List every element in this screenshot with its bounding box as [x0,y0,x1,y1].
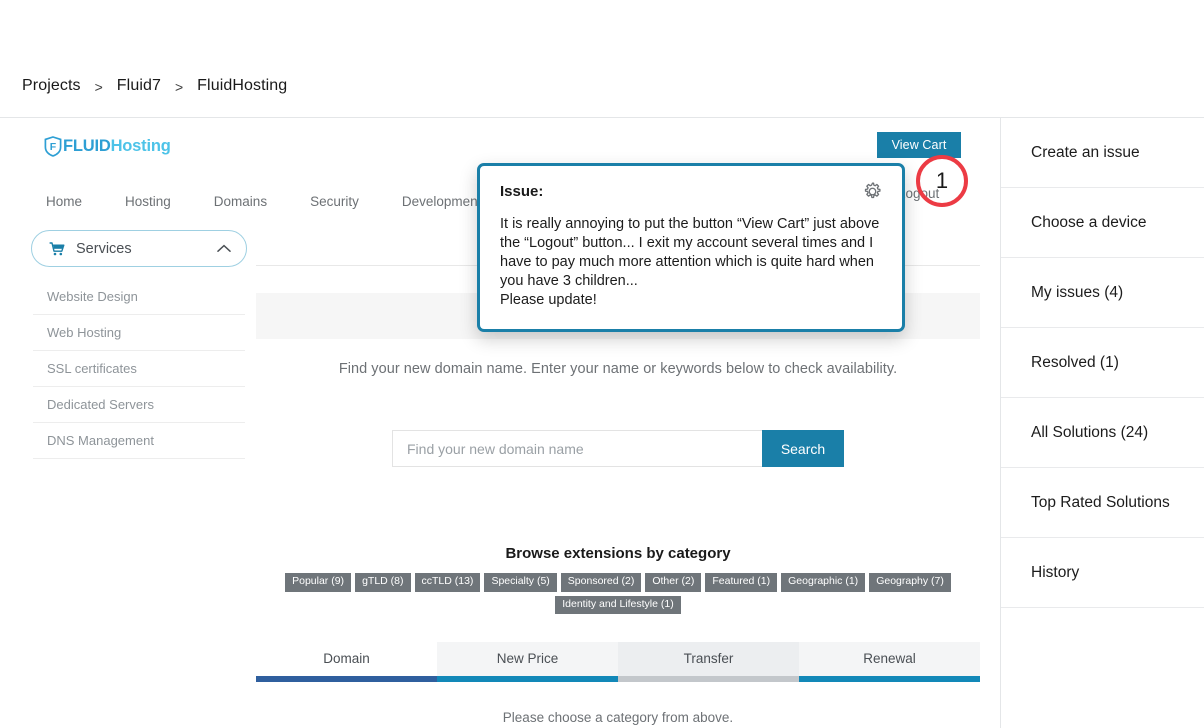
nav-item-domains[interactable]: Domains [214,194,267,209]
browse-categories-title: Browse extensions by category [505,545,731,562]
issues-sidebar: Create an issue Choose a device My issue… [1000,118,1204,728]
sidebar-item-history[interactable]: History [1001,538,1204,608]
sidebar-item-label: Resolved (1) [1031,353,1119,371]
breadcrumb: Projects > Fluid7 > FluidHosting [0,0,1204,118]
category-chip-geographic[interactable]: Geographic (1) [781,573,866,592]
screen-root: Projects > Fluid7 > FluidHosting Create … [0,0,1204,728]
breadcrumb-item-fluidhosting[interactable]: FluidHosting [197,77,287,95]
services-list: Website Design Web Hosting SSL certifica… [31,279,247,459]
nav-item-development[interactable]: Development [402,194,482,209]
services-item-web-hosting[interactable]: Web Hosting [33,315,245,351]
services-item-website-design[interactable]: Website Design [33,279,245,315]
domain-search-input[interactable] [392,430,762,467]
services-toggle[interactable]: Services [31,230,247,267]
table-column-transfer[interactable]: Transfer [618,642,799,683]
category-chip-cctld[interactable]: ccTLD (13) [414,573,481,592]
svg-text:F: F [50,141,57,153]
services-item-dedicated-servers[interactable]: Dedicated Servers [33,387,245,423]
category-chip-identity-and-lifestyle[interactable]: Identity and Lifestyle (1) [555,595,681,615]
nav-item-home[interactable]: Home [46,194,82,209]
breadcrumb-item-fluid7[interactable]: Fluid7 [117,77,161,95]
logo-text-hosting: Hosting [110,137,171,155]
annotation-marker-number: 1 [935,168,949,193]
annotation-marker-badge[interactable]: 1 [916,155,968,207]
category-chip-list: Popular (9) gTLD (8) ccTLD (13) Specialt… [256,573,980,615]
sidebar-item-resolved[interactable]: Resolved (1) [1001,328,1204,398]
table-column-bar [618,676,799,683]
domain-search-row: Search [256,430,980,467]
category-chip-popular[interactable]: Popular (9) [285,573,352,592]
category-chip-geography[interactable]: Geography (7) [869,573,951,592]
table-column-bar [256,676,437,683]
sidebar-item-top-rated-solutions[interactable]: Top Rated Solutions [1001,468,1204,538]
breadcrumb-item-projects[interactable]: Projects [22,77,81,95]
shield-icon: F [44,136,62,157]
sidebar-item-label: Create an issue [1031,143,1140,161]
sidebar-item-choose-a-device[interactable]: Choose a device [1001,188,1204,258]
services-item-dns-management[interactable]: DNS Management [33,423,245,459]
gear-icon[interactable] [863,182,882,201]
services-title: Services [76,240,132,257]
sidebar-item-create-an-issue[interactable]: Create an issue [1001,118,1204,188]
breadcrumb-separator: > [94,79,103,95]
sidebar-item-label: Top Rated Solutions [1031,493,1170,511]
nav-item-security[interactable]: Security [310,194,359,209]
site-logo[interactable]: F FLUIDHosting [44,136,171,157]
domain-search-lede: Find your new domain name. Enter your na… [338,361,898,377]
shopping-cart-icon [49,241,65,256]
table-column-bar [799,676,980,683]
sidebar-item-label: My issues (4) [1031,283,1124,301]
table-column-label: Transfer [683,651,734,667]
view-cart-button[interactable]: View Cart [877,132,961,158]
sidebar-item-label: History [1031,563,1080,581]
issue-popup-body: It is really annoying to put the button … [500,216,880,308]
category-chip-featured[interactable]: Featured (1) [705,573,778,592]
domain-search-button[interactable]: Search [762,430,844,467]
nav-item-hosting[interactable]: Hosting [125,194,171,209]
table-empty-message: Please choose a category from above. [502,710,734,726]
sidebar-item-my-issues[interactable]: My issues (4) [1001,258,1204,328]
category-chip-sponsored[interactable]: Sponsored (2) [560,573,642,592]
issue-popup-header: Issue: [500,182,882,201]
table-column-label: Renewal [863,651,916,667]
table-column-renewal[interactable]: Renewal [799,642,980,683]
services-panel: Services Website Design Web Hosting SSL … [31,230,247,459]
breadcrumb-separator: > [174,79,184,95]
table-column-domain[interactable]: Domain [256,642,437,683]
table-column-new-price[interactable]: New Price [437,642,618,683]
table-column-label: Domain [323,651,370,667]
issue-annotation-popup: Issue: It is really annoying to put the … [477,163,905,332]
logo-text-fluid: FLUID [63,137,111,155]
category-chip-gtld[interactable]: gTLD (8) [355,573,411,592]
sidebar-item-label: All Solutions (24) [1031,423,1149,441]
issue-popup-title: Issue: [500,183,544,200]
chevron-up-icon [217,244,231,253]
sidebar-item-all-solutions[interactable]: All Solutions (24) [1001,398,1204,468]
category-chip-other[interactable]: Other (2) [645,573,702,592]
sidebar-item-label: Choose a device [1031,213,1147,231]
services-item-ssl-certificates[interactable]: SSL certificates [33,351,245,387]
category-chip-specialty[interactable]: Specialty (5) [484,573,557,592]
table-column-bar [437,676,618,683]
pricing-table-header: Domain New Price Transfer Renewal [256,642,980,683]
table-column-label: New Price [496,651,559,667]
